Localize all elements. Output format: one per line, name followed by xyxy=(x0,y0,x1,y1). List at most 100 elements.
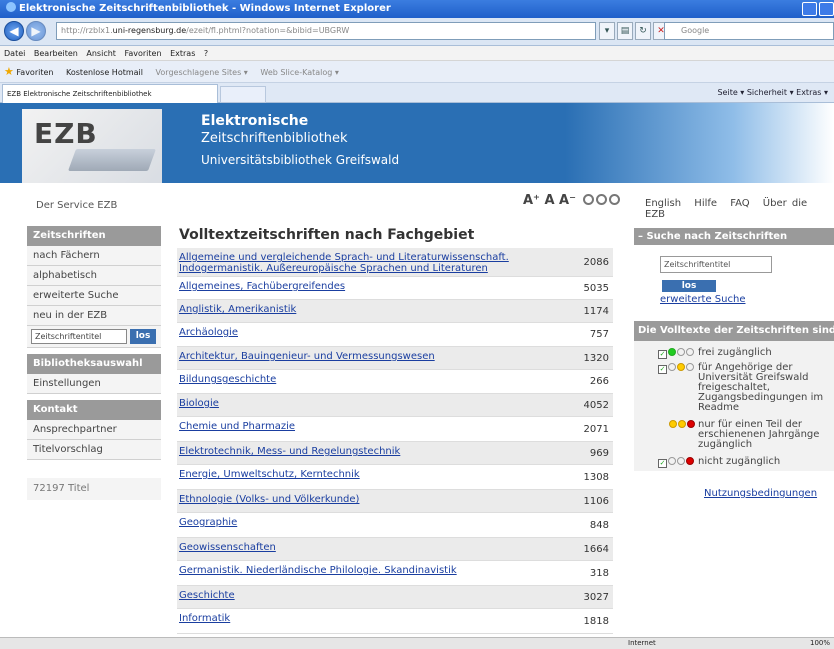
status-bar: Internet 100% xyxy=(0,637,834,649)
subject-row: Ethnologie (Volks- und Völkerkunde) 1106 xyxy=(177,490,613,513)
browser-tab[interactable]: EZB Elektronische Zeitschriftenbibliothe… xyxy=(2,84,218,103)
subject-count: 1818 xyxy=(583,616,609,627)
command-bar[interactable]: Seite ▾ Sicherheit ▾ Extras ▾ xyxy=(717,83,834,103)
star-icon: ★ xyxy=(4,65,14,78)
subject-count: 1308 xyxy=(583,472,609,483)
maximize-button[interactable] xyxy=(819,2,834,16)
favorites-button[interactable]: Favoriten xyxy=(16,68,53,77)
address-bar-row: ◀ ▶ http://rzblx1.uni-regensburg.de/ezei… xyxy=(0,18,834,46)
sidebar-item-neu[interactable]: neu in der EZB xyxy=(27,306,161,326)
favorites-bar: ★ Favoriten Kostenlose Hotmail Vorgeschl… xyxy=(0,61,834,83)
sidebar-item-alphabetisch[interactable]: alphabetisch xyxy=(27,266,161,286)
subject-row: Biologie 4052 xyxy=(177,394,613,417)
subject-row: Germanistik. Niederländische Philologie.… xyxy=(177,561,613,586)
menu-ansicht[interactable]: Ansicht xyxy=(86,49,116,58)
subject-count: 1106 xyxy=(583,496,609,507)
left-sidebar: Zeitschriften nach Fächern alphabetisch … xyxy=(27,226,161,500)
header-line2: Zeitschriftenbibliothek xyxy=(201,131,348,146)
subject-link[interactable]: Anglistik, Amerikanistik xyxy=(179,304,559,315)
subject-link[interactable]: Archäologie xyxy=(179,327,559,338)
fav-suggested[interactable]: Vorgeschlagene Sites ▾ xyxy=(156,68,248,77)
subject-link[interactable]: Chemie und Pharmazie xyxy=(179,421,559,432)
subject-row: Allgemeine und vergleichende Sprach- und… xyxy=(177,248,613,277)
sidebar-search-form: Zeitschriftentitel los xyxy=(27,326,161,348)
fav-hotmail[interactable]: Kostenlose Hotmail xyxy=(66,68,143,77)
access-legend: ✓ frei zugänglich ✓ für Angehörige der U… xyxy=(634,341,834,471)
menu-bearbeiten[interactable]: Bearbeiten xyxy=(34,49,78,58)
back-button[interactable]: ◀ xyxy=(4,21,24,41)
header-line3: Universitätsbibliothek Greifswald xyxy=(201,153,400,167)
subject-link[interactable]: Geowissenschaften xyxy=(179,542,559,553)
subject-count: 2086 xyxy=(583,257,609,268)
subject-link[interactable]: Allgemeines, Fachübergreifendes xyxy=(179,281,559,292)
subject-link[interactable]: Geographie xyxy=(179,517,559,528)
sidebar-item-ansprechpartner[interactable]: Ansprechpartner xyxy=(27,420,161,440)
subject-link[interactable]: Biologie xyxy=(179,398,559,409)
subject-link[interactable]: Architektur, Bauingenieur- und Vermessun… xyxy=(179,351,559,362)
zone-label: Internet xyxy=(628,639,656,647)
sidebar-search-input[interactable]: Zeitschriftentitel xyxy=(31,329,127,344)
info-icon[interactable] xyxy=(608,194,620,205)
search-panel-head[interactable]: – Suche nach Zeitschriften xyxy=(634,228,834,245)
window-titlebar: Elektronische Zeitschriftenbibliothek - … xyxy=(0,0,834,18)
subject-count: 2071 xyxy=(583,424,609,435)
sidebar-head-zeitschriften: Zeitschriften xyxy=(27,226,161,246)
subject-link[interactable]: Informatik xyxy=(179,613,559,624)
sidebar-item-einstellungen[interactable]: Einstellungen xyxy=(27,374,161,394)
subject-link[interactable]: Bildungsgeschichte xyxy=(179,374,559,385)
sidebar-item-faecher[interactable]: nach Fächern xyxy=(27,246,161,266)
link-english[interactable]: English xyxy=(645,198,681,209)
subject-count: 266 xyxy=(589,376,609,387)
yellow-light-icon: ✓ xyxy=(658,363,696,374)
print-icon[interactable] xyxy=(595,194,607,205)
menu-extras[interactable]: Extras xyxy=(170,49,195,58)
title-count: 72197 Titel xyxy=(27,478,161,500)
forward-button[interactable]: ▶ xyxy=(26,21,46,41)
subject-count: 1174 xyxy=(583,306,609,317)
journal-search-input[interactable]: Zeitschriftentitel xyxy=(660,256,772,273)
sidebar-item-titelvorschlag[interactable]: Titelvorschlag xyxy=(27,440,161,460)
subject-row: Informatik 1818 xyxy=(177,609,613,634)
compatibility-icon[interactable]: ▤ xyxy=(617,22,633,40)
sidebar-head-bibliothek: Bibliotheksauswahl xyxy=(27,354,161,374)
advanced-search-link[interactable]: erweiterte Suche xyxy=(660,294,745,305)
search-input[interactable]: Google xyxy=(664,22,834,40)
minimize-button[interactable] xyxy=(802,2,817,16)
link-hilfe[interactable]: Hilfe xyxy=(694,198,717,209)
sidebar-item-erweitert[interactable]: erweiterte Suche xyxy=(27,286,161,306)
subject-count: 4052 xyxy=(583,400,609,411)
subject-link[interactable]: Geschichte xyxy=(179,590,559,601)
tab-bar: EZB Elektronische Zeitschriftenbibliothe… xyxy=(0,83,834,103)
menu-bar: Datei Bearbeiten Ansicht Favoriten Extra… xyxy=(0,46,834,61)
dropdown-icon[interactable]: ▾ xyxy=(599,22,615,40)
link-faq[interactable]: FAQ xyxy=(730,198,749,209)
journal-search-button[interactable]: los xyxy=(662,280,716,292)
page-title: Volltextzeitschriften nach Fachgebiet xyxy=(179,227,475,243)
contrast-icon[interactable] xyxy=(582,194,594,205)
terms-link[interactable]: Nutzungsbedingungen xyxy=(704,488,817,499)
subject-link[interactable]: Energie, Umweltschutz, Kerntechnik xyxy=(179,469,559,480)
zoom-level[interactable]: 100% xyxy=(810,638,830,649)
fav-webslice[interactable]: Web Slice-Katalog ▾ xyxy=(260,68,339,77)
subject-link[interactable]: Ethnologie (Volks- und Völkerkunde) xyxy=(179,494,559,505)
font-size-links[interactable]: A⁺ A A⁻ xyxy=(523,193,576,208)
ezb-logo[interactable]: EZB xyxy=(22,109,162,183)
menu-datei[interactable]: Datei xyxy=(4,49,25,58)
subject-row: Allgemeines, Fachübergreifendes 5035 xyxy=(177,277,613,300)
subject-row: Architektur, Bauingenieur- und Vermessun… xyxy=(177,347,613,370)
address-input[interactable]: http://rzblx1.uni-regensburg.de/ezeit/fl… xyxy=(56,22,596,40)
new-tab-button[interactable] xyxy=(220,86,266,103)
window-controls[interactable] xyxy=(802,2,834,16)
menu-favoriten[interactable]: Favoriten xyxy=(124,49,161,58)
font-size-controls[interactable]: A⁺ A A⁻ xyxy=(523,193,620,208)
subject-link[interactable]: Germanistik. Niederländische Philologie.… xyxy=(179,565,559,576)
subject-link[interactable]: Elektrotechnik, Mess- und Regelungstechn… xyxy=(179,446,559,457)
site-header: EZB Elektronische Zeitschriftenbibliothe… xyxy=(0,103,834,183)
sidebar-search-button[interactable]: los xyxy=(130,329,156,344)
menu-help[interactable]: ? xyxy=(204,49,208,58)
subject-row: Chemie und Pharmazie 2071 xyxy=(177,417,613,442)
subject-link[interactable]: Allgemeine und vergleichende Sprach- und… xyxy=(179,252,559,274)
refresh-icon[interactable]: ↻ xyxy=(635,22,651,40)
right-panel: – Suche nach Zeitschriften Zeitschriften… xyxy=(634,228,834,499)
subject-count: 757 xyxy=(589,329,609,340)
